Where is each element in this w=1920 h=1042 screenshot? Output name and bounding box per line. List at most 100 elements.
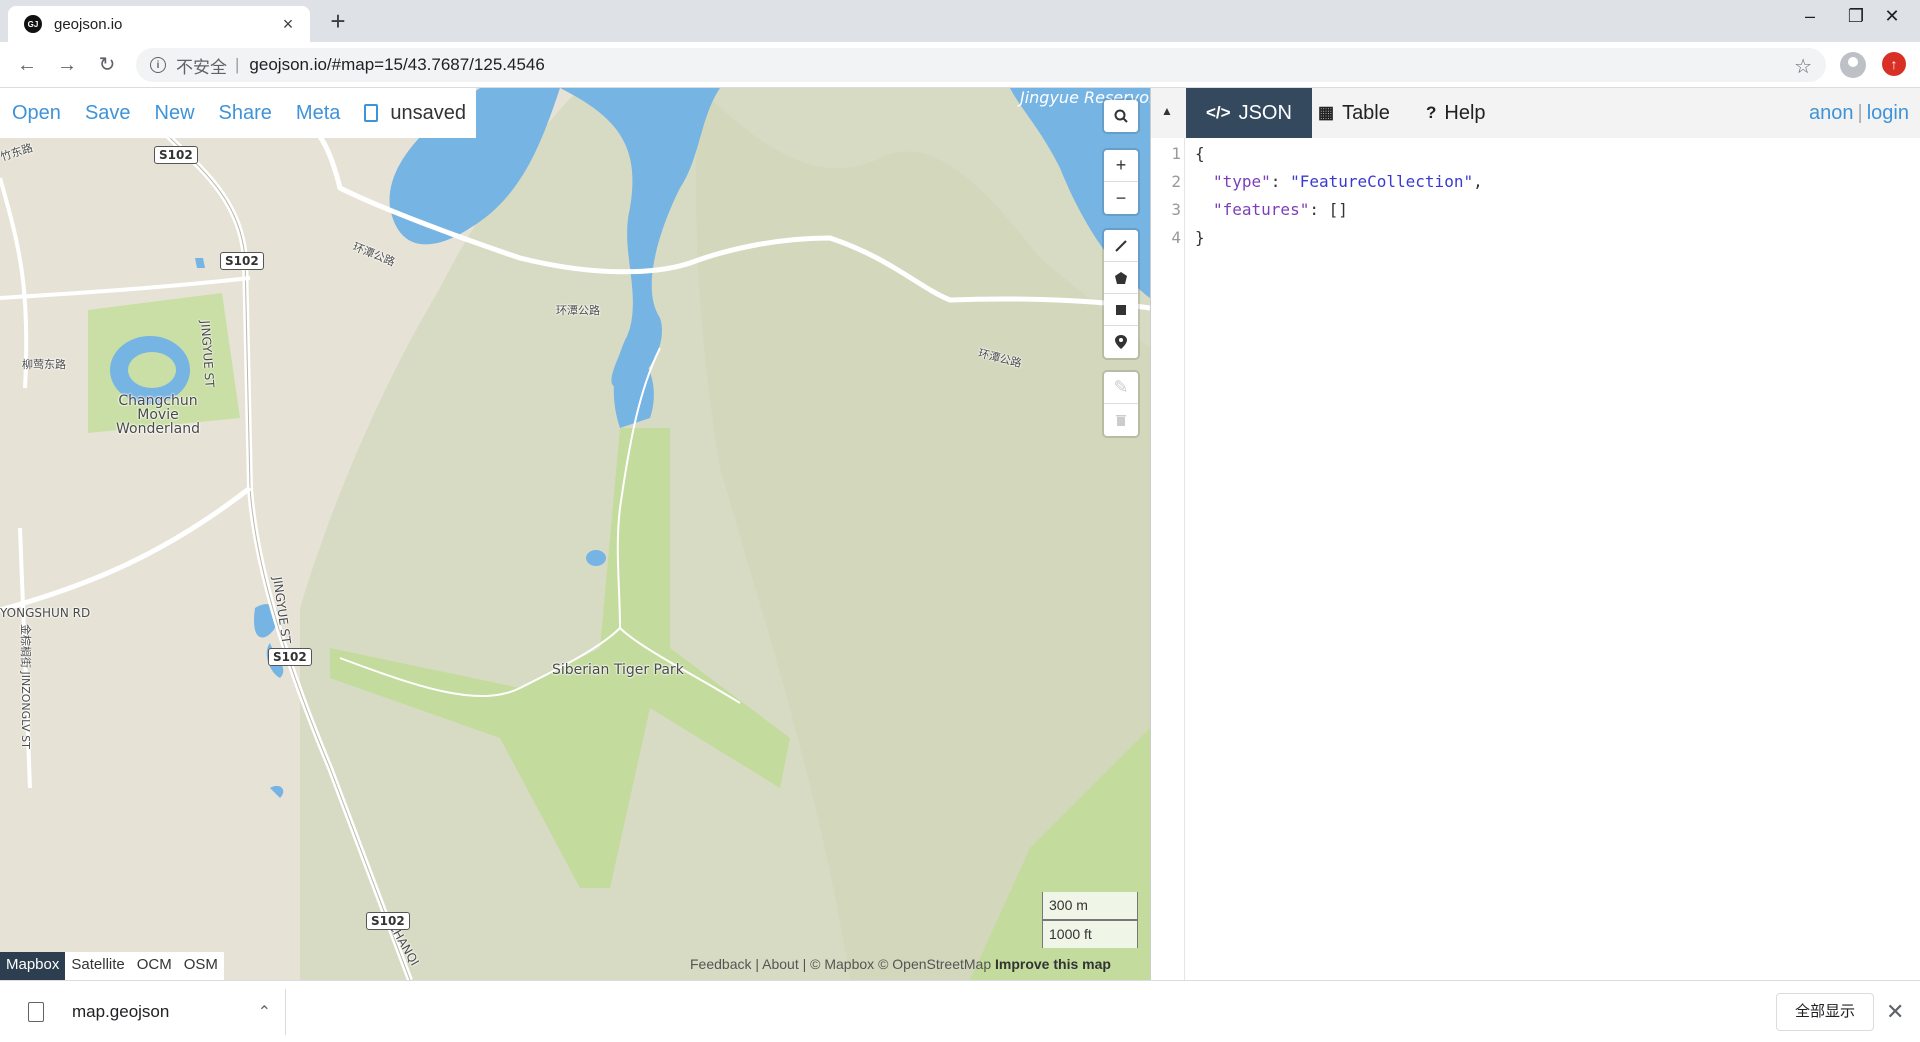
site-info-icon[interactable]: i <box>150 57 166 73</box>
window-minimize-button[interactable]: – <box>1790 6 1830 27</box>
mapbox-link[interactable]: © Mapbox <box>810 956 874 972</box>
zoom-control: + − <box>1104 150 1138 214</box>
line-number: 3 <box>1171 200 1181 219</box>
line-number: 2 <box>1171 172 1181 191</box>
scale-metric: 300 m <box>1042 892 1138 920</box>
tab-title: geojson.io <box>54 15 123 33</box>
window-restore-button[interactable]: ❐ <box>1836 6 1876 27</box>
layer-mapbox[interactable]: Mapbox <box>0 952 66 980</box>
layer-osm[interactable]: OSM <box>178 952 224 980</box>
json-key-type: "type" <box>1213 172 1271 191</box>
draw-polygon-icon[interactable] <box>1104 262 1138 294</box>
share-button[interactable]: Share <box>219 102 272 125</box>
window-close-button[interactable]: ✕ <box>1872 6 1912 27</box>
extension-update-icon[interactable]: ↑ <box>1882 52 1906 76</box>
code-line: 3 "features": [] <box>1151 200 1920 228</box>
map-attribution: Feedback | About | © Mapbox © OpenStreet… <box>690 956 1111 972</box>
zoom-out-icon[interactable]: − <box>1104 182 1138 214</box>
forward-arrow-icon[interactable]: → <box>52 50 82 80</box>
new-tab-button[interactable]: + <box>324 8 352 36</box>
show-all-downloads-button[interactable]: 全部显示 <box>1776 993 1874 1031</box>
back-arrow-icon[interactable]: ← <box>12 50 42 80</box>
tab-table-label: Table <box>1342 101 1390 124</box>
improve-map-link[interactable]: Improve this map <box>995 956 1111 972</box>
layer-ocm[interactable]: OCM <box>131 952 178 980</box>
liuying-road-label: 柳莺东路 <box>22 358 66 371</box>
s102-shield-2: S102 <box>220 252 264 270</box>
file-status: unsaved <box>390 101 467 124</box>
huantan-road-label-2: 环潭公路 <box>556 304 600 317</box>
line-number: 4 <box>1171 228 1181 247</box>
close-download-bar-icon[interactable]: ✕ <box>1886 999 1904 1025</box>
code-line: 2 "type": "FeatureCollection", <box>1151 172 1920 200</box>
code-open-brace: { <box>1195 144 1205 163</box>
edit-control: ✎ <box>1104 372 1138 436</box>
feedback-link[interactable]: Feedback <box>690 956 751 972</box>
help-icon: ? <box>1426 103 1437 122</box>
file-menu-bar: Open Save New Share Meta unsaved <box>0 88 477 138</box>
insecure-label: 不安全 <box>176 57 227 77</box>
code-line: 4 } <box>1151 228 1920 256</box>
draw-line-icon[interactable] <box>1104 230 1138 262</box>
download-item[interactable]: map.geojson ⌃ <box>10 989 286 1035</box>
url-text[interactable]: geojson.io/#map=15/43.7687/125.4546 <box>249 55 544 75</box>
browser-tab-bar: GJ geojson.io × + – ❐ ✕ <box>0 0 1920 42</box>
layer-satellite[interactable]: Satellite <box>65 952 130 980</box>
bookmark-star-icon[interactable]: ☆ <box>1794 54 1812 79</box>
tab-json[interactable]: </> JSON <box>1186 88 1312 138</box>
reload-icon[interactable]: ↻ <box>92 50 122 80</box>
jinzonglv-st-label: 金棕榈街 JINZONGLV ST <box>19 624 32 749</box>
anon-user-link[interactable]: anon <box>1809 102 1854 124</box>
draw-marker-icon[interactable] <box>1104 326 1138 358</box>
code-close-brace: } <box>1195 228 1205 247</box>
tab-table[interactable]: ▦ Table <box>1298 88 1410 138</box>
tab-help-label: Help <box>1444 101 1486 124</box>
s102-shield-4: S102 <box>366 912 410 930</box>
json-value-type: "FeatureCollection" <box>1290 172 1474 191</box>
draw-control <box>1104 230 1138 358</box>
map-view[interactable]: Jingyue Reservoir Changchun Movie Wonder… <box>0 88 1150 980</box>
chevron-up-icon[interactable]: ⌃ <box>258 1002 271 1022</box>
save-button[interactable]: Save <box>85 102 131 125</box>
scale-imperial: 1000 ft <box>1042 920 1138 948</box>
pane-header: ▲ </> JSON ▦ Table ? Help anon | login <box>1151 88 1920 138</box>
tab-help[interactable]: ? Help <box>1406 88 1506 138</box>
json-value-features: [] <box>1328 200 1348 219</box>
tab-close-icon[interactable]: × <box>278 14 298 35</box>
line-gutter <box>1151 138 1185 980</box>
auth-links: anon | login <box>1809 102 1909 124</box>
osm-link[interactable]: © OpenStreetMap <box>878 956 991 972</box>
download-filename: map.geojson <box>72 1002 170 1021</box>
delete-trash-icon[interactable] <box>1104 404 1138 436</box>
json-editor[interactable]: 1 { 2 "type": "FeatureCollection", 3 "fe… <box>1151 138 1920 980</box>
zoom-in-icon[interactable]: + <box>1104 150 1138 182</box>
geojson-favicon-icon: GJ <box>24 15 42 33</box>
url-separator: | <box>235 55 240 74</box>
edit-layers-icon[interactable]: ✎ <box>1104 372 1138 404</box>
line-number: 1 <box>1171 144 1181 163</box>
file-icon <box>28 1002 44 1022</box>
table-icon: ▦ <box>1318 103 1335 122</box>
address-bar[interactable]: i 不安全 | geojson.io/#map=15/43.7687/125.4… <box>136 48 1826 82</box>
new-button[interactable]: New <box>155 102 195 125</box>
meta-button[interactable]: Meta <box>296 102 340 125</box>
collapse-caret-icon[interactable]: ▲ <box>1161 104 1173 118</box>
draw-rectangle-icon[interactable] <box>1104 294 1138 326</box>
s102-shield: S102 <box>154 146 198 164</box>
search-control <box>1104 100 1138 132</box>
editor-pane: ▲ </> JSON ▦ Table ? Help anon | login 1 {… <box>1150 88 1920 980</box>
movie-wonderland-label: Changchun Movie Wonderland <box>116 393 200 437</box>
map-basemap <box>0 88 1150 980</box>
browser-tab[interactable]: GJ geojson.io × <box>8 6 310 42</box>
code-line: 1 { <box>1151 144 1920 172</box>
profile-avatar-icon[interactable] <box>1840 52 1866 78</box>
s102-shield-3: S102 <box>268 648 312 666</box>
login-link[interactable]: login <box>1867 102 1909 124</box>
search-icon[interactable] <box>1104 100 1138 132</box>
download-bar: map.geojson ⌃ 全部显示 ✕ <box>0 980 1920 1042</box>
about-link[interactable]: About <box>762 956 799 972</box>
open-button[interactable]: Open <box>12 102 61 125</box>
tab-json-label: JSON <box>1238 101 1292 124</box>
layer-switcher: Mapbox Satellite OCM OSM <box>0 952 224 980</box>
json-key-features: "features" <box>1213 200 1310 219</box>
